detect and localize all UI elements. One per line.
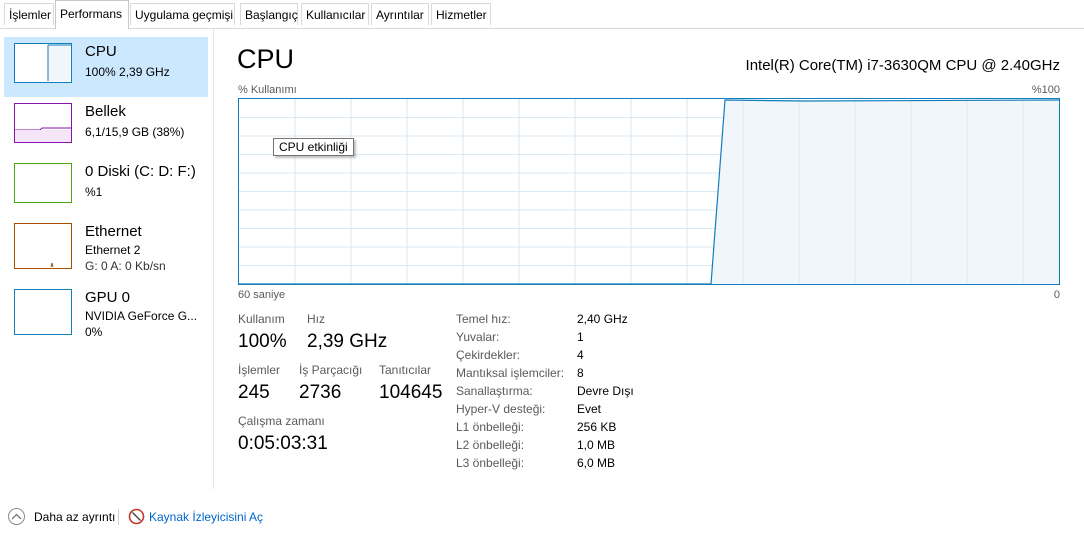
sidebar: CPU 100% 2,39 GHz Bellek 6,1/15,9 GB (38… [0, 29, 214, 489]
sidebar-item-subtitle: NVIDIA GeForce G... [85, 309, 198, 323]
spec-value: 1,0 MB [577, 438, 616, 452]
sidebar-item-gpu[interactable]: GPU 0 NVIDIA GeForce G... 0% [4, 283, 208, 343]
handles-value: 104645 [379, 382, 443, 403]
threads-value: 2736 [299, 382, 342, 403]
chevron-up-icon [8, 508, 25, 525]
spec-value: 2,40 GHz [577, 312, 628, 326]
sidebar-item-subtitle: 6,1/15,9 GB (38%) [85, 125, 185, 139]
speed-label: Hız [307, 312, 325, 326]
sidebar-item-title: Bellek [85, 103, 126, 120]
threads-label: İş Parçacığı [299, 363, 363, 377]
sidebar-item-title: GPU 0 [85, 289, 131, 306]
open-resource-monitor-link[interactable]: Kaynak İzleyicisini Aç [126, 500, 276, 534]
resource-monitor-label: Kaynak İzleyicisini Aç [149, 510, 264, 524]
sidebar-item-title: CPU [85, 43, 117, 60]
spec-value: 8 [577, 366, 584, 380]
uptime-value: 0:05:03:31 [238, 433, 328, 454]
less-details-label: Daha az ayrıntı [34, 510, 116, 524]
sidebar-item-subtitle: 100% 2,39 GHz [85, 65, 170, 79]
cpu-usage-graph [238, 98, 1060, 285]
usage-label: Kullanım [238, 312, 285, 326]
sidebar-item-disk[interactable]: 0 Diski (C: D: F:) %1 [4, 157, 208, 217]
footer-divider [118, 509, 119, 525]
graph-y-max-label: %100 [1031, 84, 1060, 96]
handles-label: Tanıtıcılar [379, 363, 432, 377]
graph-x-label: 60 saniye [238, 289, 286, 301]
spec-label: Yuvalar: [456, 330, 500, 344]
processes-label: İşlemler [238, 363, 281, 377]
sidebar-item-title: Ethernet [85, 223, 142, 240]
tab-startup[interactable]: Başlangıç [240, 3, 298, 25]
sidebar-item-subtitle: Ethernet 2 [85, 243, 141, 257]
memory-thumbnail-graph [14, 103, 72, 143]
disk-thumbnail-graph [14, 163, 72, 203]
resource-monitor-icon [128, 508, 145, 525]
spec-label: Sanallaştırma: [456, 384, 533, 398]
tab-services[interactable]: Hizmetler [431, 3, 491, 25]
spec-label: L1 önbelleği: [456, 420, 525, 434]
spec-label: Çekirdekler: [456, 348, 521, 362]
cpu-model-name: Intel(R) Core(TM) i7-3630QM CPU @ 2.40GH… [745, 57, 1060, 74]
spec-value: 256 KB [577, 420, 617, 434]
tab-bar: İşlemler Performans Uygulama geçmişi Baş… [0, 0, 1084, 29]
spec-value: 6,0 MB [577, 456, 616, 470]
spec-label: Mantıksal işlemciler: [456, 366, 565, 380]
tab-users[interactable]: Kullanıcılar [301, 3, 369, 25]
spec-value: 1 [577, 330, 584, 344]
sidebar-item-detail: 0% [85, 325, 103, 339]
spec-label: L3 önbelleği: [456, 456, 525, 470]
sidebar-item-ethernet[interactable]: Ethernet Ethernet 2 G: 0 A: 0 Kb/sn [4, 217, 208, 277]
tab-details[interactable]: Ayrıntılar [371, 3, 429, 25]
graph-x-end-label: 0 [1053, 289, 1060, 301]
cpu-usage-graph-canvas [239, 99, 1059, 284]
tab-processes[interactable]: İşlemler [4, 3, 54, 25]
usage-value: 100% [238, 331, 287, 352]
speed-value: 2,39 GHz [307, 331, 388, 352]
spec-value: Evet [577, 402, 602, 416]
tab-app-history[interactable]: Uygulama geçmişi [130, 3, 235, 25]
uptime-label: Çalışma zamanı [238, 414, 325, 428]
footer: Daha az ayrıntı Kaynak İzleyicisini Aç [0, 500, 1084, 541]
cpu-thumbnail-graph [14, 43, 72, 83]
sidebar-item-subtitle: %1 [85, 185, 103, 199]
graph-y-label: % Kullanımı [238, 84, 297, 96]
spec-value: Devre Dışı [577, 384, 634, 398]
sidebar-item-detail: G: 0 A: 0 Kb/sn [85, 259, 166, 273]
ethernet-thumbnail-graph [14, 223, 72, 269]
tab-performance[interactable]: Performans [55, 0, 129, 29]
spec-label: Temel hız: [456, 312, 511, 326]
gpu-thumbnail-graph [14, 289, 72, 335]
page-title: CPU [237, 44, 295, 74]
graph-tooltip: CPU etkinliği [273, 138, 354, 156]
spec-value: 4 [577, 348, 584, 362]
sidebar-item-title: 0 Diski (C: D: F:) [85, 163, 196, 180]
spec-label: L2 önbelleği: [456, 438, 525, 452]
spec-label: Hyper-V desteği: [456, 402, 546, 416]
sidebar-item-memory[interactable]: Bellek 6,1/15,9 GB (38%) [4, 97, 208, 157]
less-details-button[interactable]: Daha az ayrıntı [0, 500, 115, 534]
sidebar-item-cpu[interactable]: CPU 100% 2,39 GHz [4, 37, 208, 97]
processes-value: 245 [238, 382, 270, 403]
